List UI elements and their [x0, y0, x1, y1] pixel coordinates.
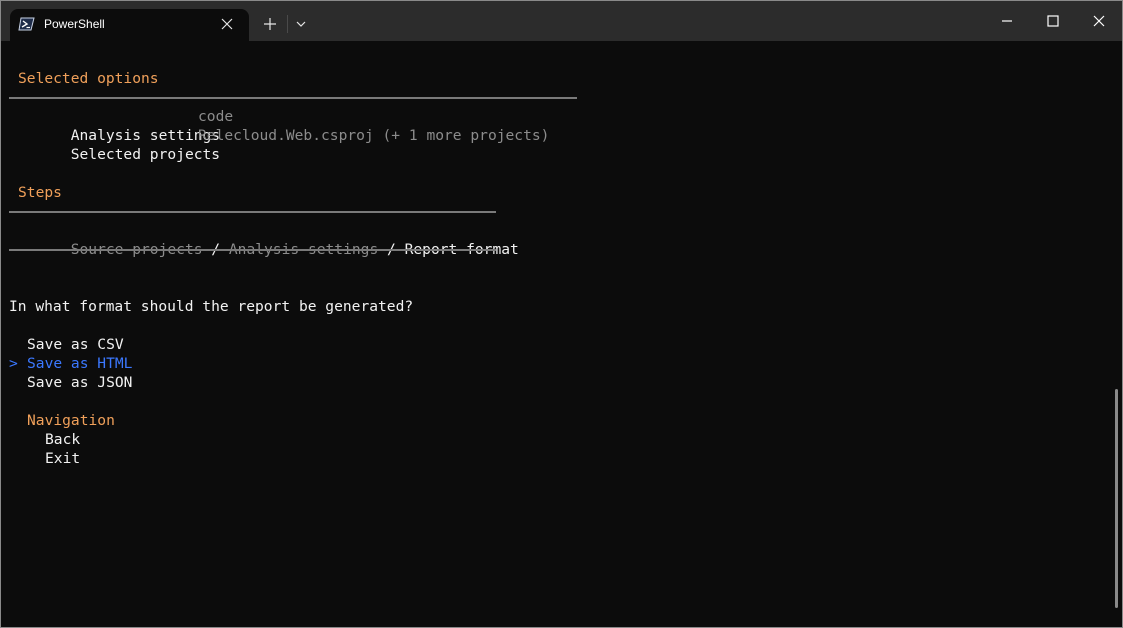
powershell-icon [18, 17, 35, 31]
scrollbar-thumb[interactable] [1115, 389, 1118, 608]
option-row: Selected projects [18, 126, 220, 163]
navigation-heading: Navigation [27, 412, 115, 429]
tab-powershell[interactable]: PowerShell [10, 9, 249, 41]
option-label: Selected projects [70, 146, 221, 163]
option-save-json[interactable]: Save as JSON [27, 373, 132, 392]
prompt-question: In what format should the report be gene… [9, 298, 414, 315]
steps-breadcrumb: Source projects / Analysis settings / Re… [18, 221, 519, 258]
steps-heading: Steps [18, 184, 62, 201]
plus-icon[interactable] [264, 18, 276, 30]
terminal-content[interactable]: Selected options Analysis settings code … [9, 41, 1110, 627]
selected-options-heading: Selected options [18, 70, 159, 87]
option-value: code [198, 108, 234, 125]
divider [9, 97, 577, 99]
divider [9, 211, 496, 213]
maximize-icon[interactable] [1047, 15, 1059, 27]
title-bar: PowerShell [1, 1, 1122, 41]
terminal-window: PowerShell Selected options Analysis set… [1, 1, 1122, 627]
option-value: Relecloud.Web.csproj (+ 1 more projects) [198, 127, 550, 144]
tab-title: PowerShell [44, 17, 105, 31]
option-save-html[interactable]: Save as HTML [27, 354, 132, 373]
chevron-down-icon[interactable] [296, 21, 306, 27]
close-window-icon[interactable] [1093, 15, 1105, 27]
option-save-csv[interactable]: Save as CSV [27, 335, 124, 354]
selection-cursor: > [9, 355, 18, 372]
minimize-icon[interactable] [1001, 15, 1013, 27]
close-icon[interactable] [221, 18, 233, 30]
tab-separator [287, 15, 288, 33]
nav-back[interactable]: Back [45, 430, 80, 449]
option-row: Analysis settings [18, 107, 220, 144]
divider [9, 249, 496, 251]
nav-exit[interactable]: Exit [45, 449, 80, 468]
